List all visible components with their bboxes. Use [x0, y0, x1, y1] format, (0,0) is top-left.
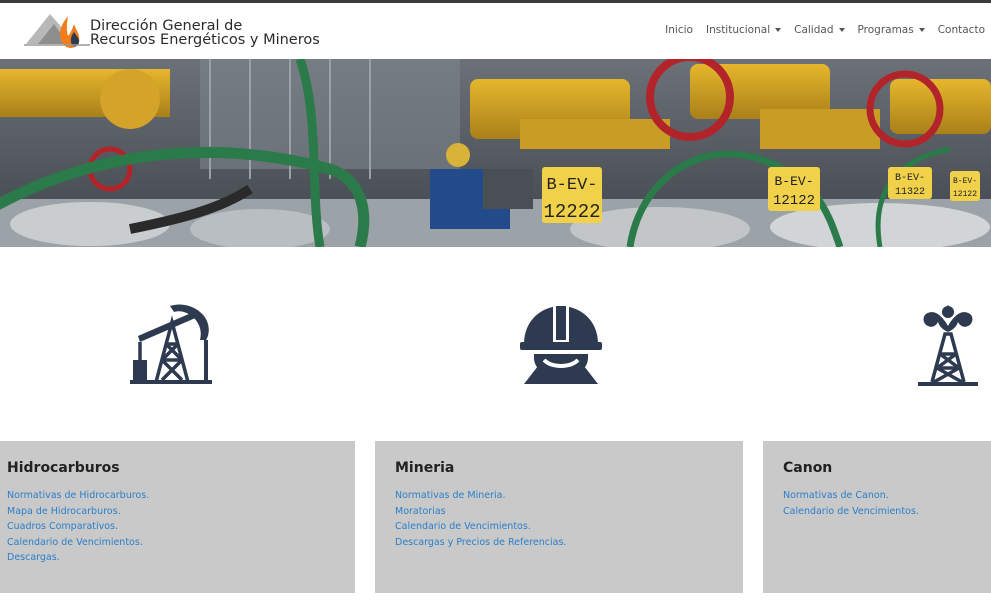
section-title: Hidrocarburos [7, 460, 120, 476]
section-link[interactable]: Normativas de Mineria. [395, 488, 566, 504]
hero-plate-6: 11322 [895, 187, 925, 198]
hero-plate-3: B-EV- [774, 174, 813, 189]
nav-contacto-label: Contacto [937, 24, 985, 36]
nav-inicio[interactable]: Inicio [665, 24, 693, 36]
hero-plate-7: B-EV- [953, 177, 977, 186]
logo-line-1: Dirección General de [90, 18, 243, 34]
section-link[interactable]: Calendario de Vencimientos. [783, 504, 919, 520]
caret-down-icon [775, 28, 782, 32]
section-link[interactable]: Mapa de Hidrocarburos. [7, 504, 149, 520]
section-link[interactable]: Calendario de Vencimientos. [395, 519, 566, 535]
nav-programas[interactable]: Programas [858, 24, 925, 36]
miner-helmet-icon [520, 302, 602, 393]
section-link-list: Normativas de Hidrocarburos. Mapa de Hid… [7, 488, 149, 566]
nav-calidad-label: Calidad [794, 24, 834, 36]
logo-line-2: Recursos Energéticos y Mineros [90, 32, 320, 48]
nav-institucional[interactable]: Institucional [705, 24, 782, 36]
site-logo[interactable]: Dirección General de Recursos Energético… [24, 10, 324, 54]
section-link[interactable]: Normativas de Hidrocarburos. [7, 488, 149, 504]
section-link[interactable]: Calendario de Vencimientos. [7, 535, 149, 551]
nav-programas-label: Programas [857, 24, 914, 36]
section-card-mineria: Mineria Normativas de Mineria. Moratoria… [375, 441, 743, 593]
section-title: Mineria [395, 460, 455, 476]
oil-derrick-gusher-icon [918, 304, 978, 391]
hero-banner-image: B-EV- 12222 B-EV- 12122 B-EV- 11322 B-EV… [0, 59, 991, 247]
nav-institucional-label: Institucional [705, 24, 771, 36]
section-card-canon: Canon Normativas de Canon. Calendario de… [763, 441, 991, 593]
nav-inicio-label: Inicio [665, 24, 693, 36]
section-link[interactable]: Cuadros Comparativos. [7, 519, 149, 535]
section-link[interactable]: Moratorias [395, 504, 566, 520]
caret-down-icon [918, 28, 925, 32]
logo-emblem-icon [24, 14, 90, 48]
section-link-list: Normativas de Mineria. Moratorias Calend… [395, 488, 566, 550]
industrial-valves-photo: B-EV- 12222 B-EV- 12122 B-EV- 11322 B-EV… [0, 59, 991, 247]
hero-plate-5: B-EV- [895, 173, 925, 184]
section-card-hidrocarburos: Hidrocarburos Normativas de Hidrocarburo… [0, 441, 355, 593]
oil-pumpjack-icon [130, 300, 212, 391]
section-link[interactable]: Descargas y Precios de Referencias. [395, 535, 566, 551]
section-link-list: Normativas de Canon. Calendario de Venci… [783, 488, 919, 519]
section-link[interactable]: Normativas de Canon. [783, 488, 919, 504]
section-link[interactable]: Descargas. [7, 550, 149, 566]
hero-plate-4: 12122 [773, 193, 815, 209]
nav-contacto[interactable]: Contacto [938, 24, 985, 36]
hero-plate-1: B-EV- [546, 176, 597, 195]
hero-plate-2: 12222 [543, 201, 600, 223]
caret-down-icon [838, 28, 845, 32]
nav-calidad[interactable]: Calidad [794, 24, 845, 36]
hero-plate-8: 12122 [953, 190, 977, 199]
logo-text: Dirección General de Recursos Energético… [90, 18, 320, 48]
site-header: Dirección General de Recursos Energético… [0, 3, 991, 59]
main-nav: Inicio Institucional Calidad Programas C… [665, 24, 985, 36]
section-title: Canon [783, 460, 833, 476]
